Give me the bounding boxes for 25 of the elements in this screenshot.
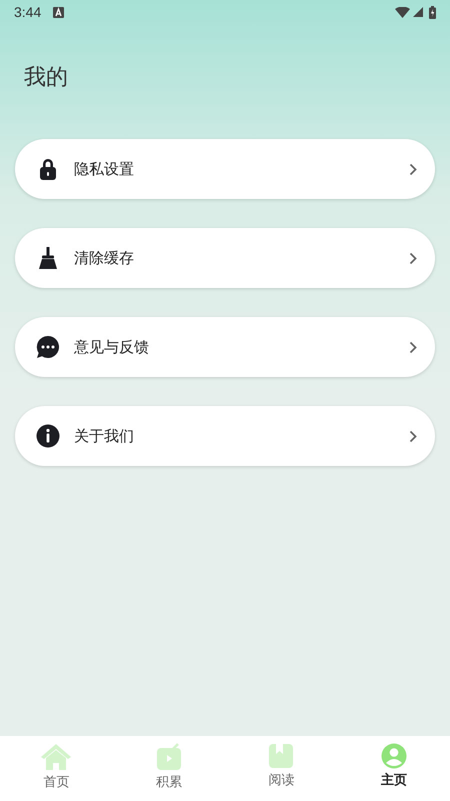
info-icon: [36, 424, 60, 448]
menu-item[interactable]: 清除缓存: [15, 228, 435, 288]
chevron-right-icon: [409, 340, 417, 354]
book-icon: [268, 743, 294, 769]
notification-icon: [53, 6, 64, 18]
battery-icon: [429, 6, 436, 18]
tab[interactable]: 首页: [0, 736, 112, 801]
signal-icon: [413, 7, 423, 17]
wifi-icon: [395, 6, 410, 18]
status-time: 3:44: [14, 4, 42, 20]
menu-item[interactable]: 意见与反馈: [15, 317, 435, 377]
home-icon: [40, 743, 72, 771]
chat-bubble-icon: [36, 335, 60, 359]
broom-icon: [36, 246, 60, 270]
tab[interactable]: 积累: [112, 736, 225, 801]
menu-item[interactable]: 隐私设置: [15, 139, 435, 199]
chevron-right-icon: [409, 162, 417, 176]
chevron-right-icon: [409, 430, 417, 442]
menu-item[interactable]: 关于我们: [15, 406, 435, 466]
tv-icon: [154, 743, 183, 771]
chevron-right-icon: [409, 252, 417, 264]
person-icon: [380, 743, 407, 769]
page-title: 我的: [24, 64, 68, 92]
tab[interactable]: 主页: [338, 736, 450, 801]
tab[interactable]: 阅读: [225, 736, 338, 801]
